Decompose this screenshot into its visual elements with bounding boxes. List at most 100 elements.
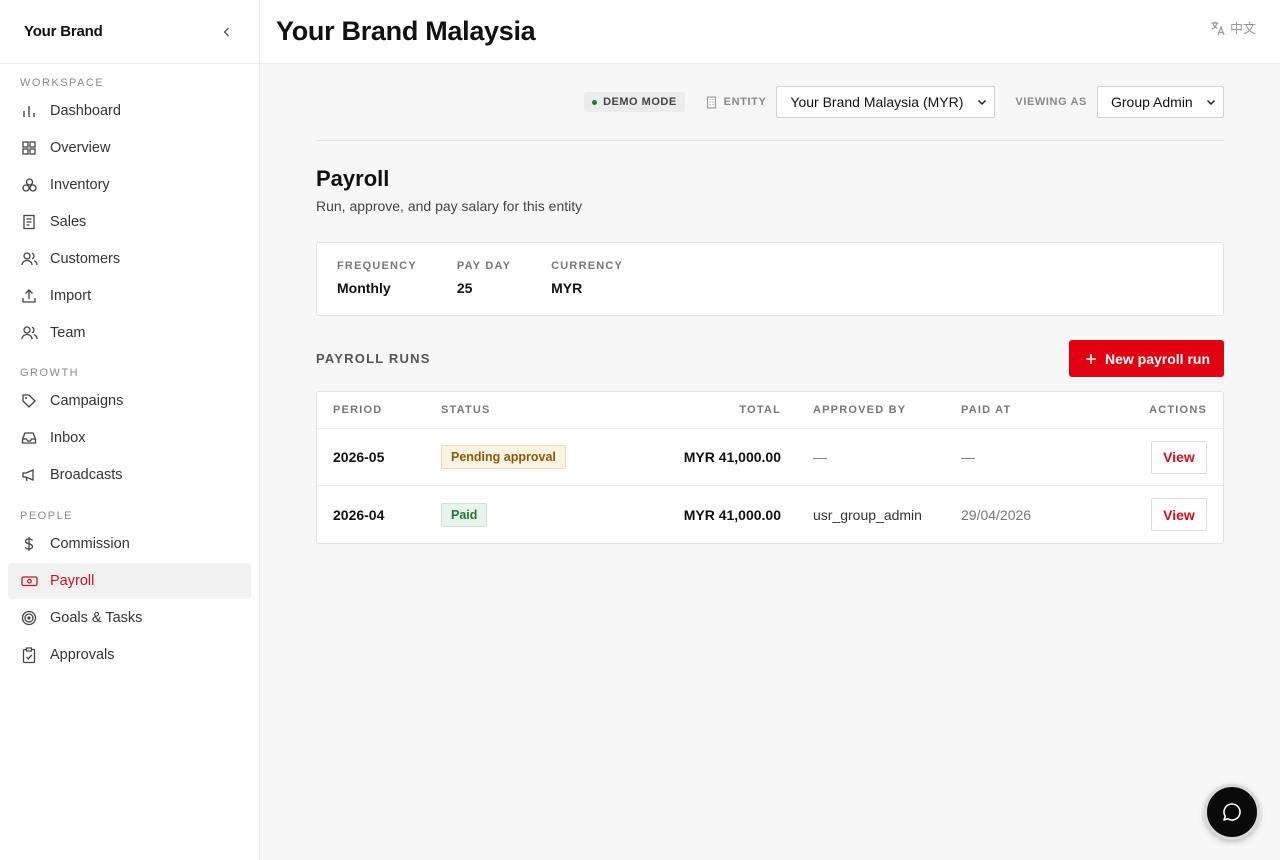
viewing-as-select[interactable]: Group Admin <box>1097 86 1224 118</box>
users-icon <box>20 250 38 268</box>
sidebar-item-label: Payroll <box>50 573 95 589</box>
view-button[interactable]: View <box>1151 498 1207 531</box>
info-value: 25 <box>456 280 473 296</box>
column-header-approved-by: APPROVED BY <box>813 404 907 416</box>
brand-name: Your Brand <box>24 23 103 40</box>
sidebar-item-label: Sales <box>50 214 87 230</box>
sidebar-item-inbox[interactable]: Inbox <box>8 420 251 456</box>
page-title: Your Brand Malaysia <box>276 16 536 46</box>
payroll-header: Payroll Run, approve, and pay salary for… <box>316 166 1224 214</box>
sidebar-item-overview[interactable]: Overview <box>8 130 251 166</box>
context-toolbar: DEMO MODE ENTITY Your Brand Malaysia (MY… <box>316 64 1224 141</box>
translate-icon <box>1211 21 1225 35</box>
sidebar-item-team[interactable]: Team <box>8 315 251 351</box>
sidebar-item-label: Broadcasts <box>50 467 123 483</box>
sidebar-item-commission[interactable]: Commission <box>8 526 251 562</box>
sidebar-item-label: Commission <box>50 536 130 552</box>
bar-chart-icon <box>20 102 38 120</box>
column-header-paid-at: PAID AT <box>961 404 1012 416</box>
table-header-row: PERIOD STATUS TOTAL APPROVED BY PAID AT … <box>317 392 1223 429</box>
viewing-as-label-text: VIEWING AS <box>1015 96 1087 108</box>
sidebar-item-label: Goals & Tasks <box>50 610 143 626</box>
sidebar-item-label: Customers <box>50 251 121 267</box>
sidebar-item-dashboard[interactable]: Dashboard <box>8 93 251 129</box>
info-value: MYR <box>551 280 583 296</box>
language-switcher[interactable]: 中文 <box>1210 18 1256 37</box>
payroll-settings-card: FREQUENCY Monthly PAY DAY 25 CURRENCY MY… <box>316 242 1224 316</box>
tag-icon <box>20 392 38 410</box>
pay-day-info: PAY DAY 25 <box>457 260 511 298</box>
sidebar-item-payroll[interactable]: Payroll <box>8 563 251 599</box>
collapse-sidebar-button[interactable] <box>219 24 235 40</box>
view-button[interactable]: View <box>1151 440 1207 474</box>
new-payroll-run-button[interactable]: New payroll run <box>1068 340 1224 377</box>
sidebar-item-label: Team <box>50 325 86 341</box>
paid-at-cell: 29/04/2026 <box>961 506 1032 523</box>
column-header-period: PERIOD <box>333 404 383 416</box>
sidebar-item-import[interactable]: Import <box>8 278 251 314</box>
status-badge: Paid <box>441 502 488 527</box>
total-cell: MYR 41,000.00 <box>683 506 781 523</box>
chat-button[interactable] <box>1204 784 1260 840</box>
language-label: 中文 <box>1229 21 1256 36</box>
demo-mode-label: DEMO MODE <box>603 96 677 108</box>
sidebar-item-label: Inventory <box>50 177 110 193</box>
brand-row: Your Brand <box>0 0 259 64</box>
status-cell: Paid <box>441 502 631 527</box>
info-key: CURRENCY <box>551 260 624 272</box>
sidebar-item-broadcasts[interactable]: Broadcasts <box>8 457 251 493</box>
sidebar-item-label: Import <box>50 288 92 304</box>
section-label-growth: GROWTH <box>20 367 80 379</box>
section-label-people: PEOPLE <box>20 510 74 522</box>
period-cell: 2026-04 <box>333 506 385 523</box>
sidebar-item-sales[interactable]: Sales <box>8 204 251 240</box>
section-subtitle: Run, approve, and pay salary for this en… <box>316 198 583 214</box>
sidebar-item-inventory[interactable]: Inventory <box>8 167 251 203</box>
approved-by-cell: usr_group_admin <box>813 506 922 523</box>
entity-select-value: Your Brand Malaysia (MYR) <box>790 94 964 110</box>
payroll-runs-header: PAYROLL RUNS New payroll run <box>316 340 1224 377</box>
upload-icon <box>20 287 38 305</box>
status-badge: Pending approval <box>441 445 566 469</box>
viewing-as-label: VIEWING AS <box>1015 96 1087 108</box>
team-icon <box>20 324 38 342</box>
sidebar-item-goals-tasks[interactable]: Goals & Tasks <box>8 600 251 636</box>
top-header: Your Brand Malaysia 中文 <box>260 0 1280 64</box>
table-row: 2026-05 Pending approval MYR 41,000.00 —… <box>317 429 1223 486</box>
entity-select[interactable]: Your Brand Malaysia (MYR) <box>776 86 996 118</box>
info-key: PAY DAY <box>456 260 512 272</box>
grid-icon <box>20 139 38 157</box>
receipt-icon <box>20 213 38 231</box>
status-dot-icon <box>592 99 598 105</box>
payroll-runs-table: PERIOD STATUS TOTAL APPROVED BY PAID AT … <box>316 391 1224 544</box>
plus-icon <box>1085 353 1096 364</box>
info-key: FREQUENCY <box>337 260 417 272</box>
status-cell: Pending approval <box>441 445 631 469</box>
entity-label-text: ENTITY <box>723 96 767 108</box>
viewing-as-select-value: Group Admin <box>1111 94 1193 110</box>
sidebar-item-customers[interactable]: Customers <box>8 241 251 277</box>
dollar-icon <box>20 535 38 553</box>
frequency-info: FREQUENCY Monthly <box>337 260 417 298</box>
main-content: DEMO MODE ENTITY Your Brand Malaysia (MY… <box>316 64 1224 544</box>
target-icon <box>20 609 38 627</box>
demo-mode-badge: DEMO MODE <box>584 92 685 112</box>
building-icon <box>706 95 716 109</box>
boxes-icon <box>20 176 38 194</box>
sidebar-item-campaigns[interactable]: Campaigns <box>8 383 251 419</box>
sidebar: Your Brand WORKSPACE Dashboard Overview … <box>0 0 260 860</box>
sidebar-item-approvals[interactable]: Approvals <box>8 637 251 673</box>
banknote-icon <box>20 572 38 590</box>
actions-cell: View <box>1101 440 1223 474</box>
chat-bubble-icon <box>1223 803 1241 821</box>
sidebar-item-label: Inbox <box>50 430 86 446</box>
sidebar-item-label: Campaigns <box>50 393 124 409</box>
sidebar-item-label: Approvals <box>50 647 115 663</box>
section-title: Payroll <box>316 166 390 191</box>
megaphone-icon <box>20 466 38 484</box>
sidebar-item-label: Dashboard <box>50 103 121 119</box>
payroll-runs-title: PAYROLL RUNS <box>316 351 431 366</box>
actions-cell: View <box>1101 498 1223 531</box>
inbox-icon <box>20 429 38 447</box>
column-header-total: TOTAL <box>739 404 781 416</box>
